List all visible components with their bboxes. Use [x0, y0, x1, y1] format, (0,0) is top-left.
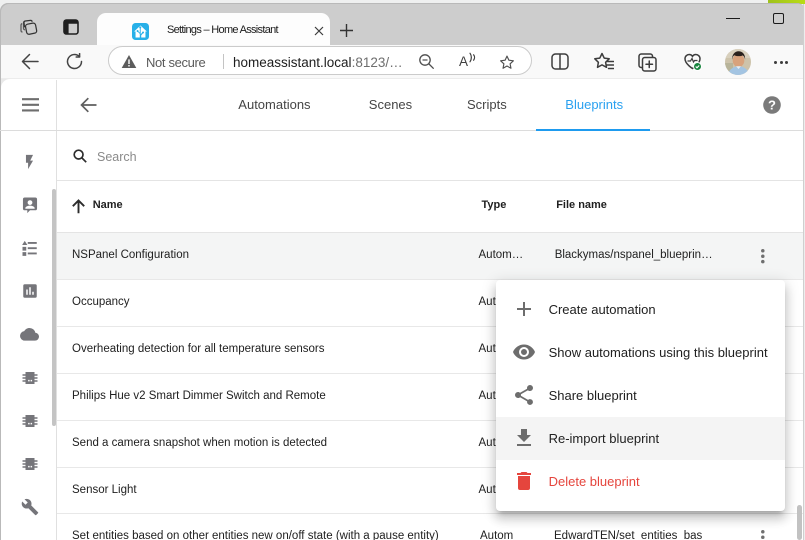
svg-text:?: ? [768, 97, 776, 112]
